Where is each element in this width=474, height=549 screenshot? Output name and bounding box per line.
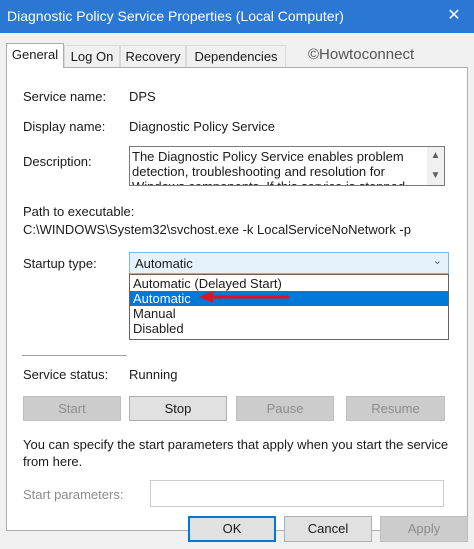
start-params-input[interactable] — [150, 480, 444, 507]
service-status-label: Service status: — [23, 367, 109, 382]
startup-option-manual[interactable]: Manual — [130, 306, 448, 321]
service-name-value: DPS — [129, 89, 156, 104]
display-name-value: Diagnostic Policy Service — [129, 119, 275, 134]
description-text: The Diagnostic Policy Service enables pr… — [132, 149, 405, 185]
display-name-label: Display name: — [23, 119, 106, 134]
description-label: Description: — [23, 154, 92, 169]
tab-dependencies[interactable]: Dependencies — [186, 45, 286, 67]
separator — [22, 355, 127, 356]
chevron-down-icon: ⌄ — [432, 255, 442, 267]
pause-button[interactable]: Pause — [236, 396, 334, 421]
startup-type-select[interactable]: Automatic ⌄ — [129, 252, 449, 274]
dialog-client: General Log On Recovery Dependencies ©Ho… — [0, 33, 474, 549]
resume-button[interactable]: Resume — [346, 396, 445, 421]
scroll-down-icon[interactable]: ▼ — [427, 167, 444, 185]
startup-type-value: Automatic — [135, 256, 193, 271]
tab-recovery[interactable]: Recovery — [120, 45, 186, 67]
tab-dependencies-label: Dependencies — [194, 49, 278, 64]
stop-button[interactable]: Stop — [129, 396, 227, 421]
service-name-label: Service name: — [23, 89, 107, 104]
title-bar: Diagnostic Policy Service Properties (Lo… — [0, 0, 474, 33]
start-params-info: You can specify the start parameters tha… — [23, 437, 449, 469]
startup-option-delayed[interactable]: Automatic (Delayed Start) — [130, 276, 448, 291]
description-scrollbar[interactable]: ▲ ▼ — [427, 147, 444, 185]
tab-general-label: General — [11, 47, 59, 62]
cancel-button[interactable]: Cancel — [284, 516, 372, 542]
tab-log-on[interactable]: Log On — [64, 45, 120, 67]
apply-button[interactable]: Apply — [380, 516, 468, 542]
start-params-label: Start parameters: — [23, 487, 124, 502]
close-icon[interactable]: ✕ — [441, 3, 467, 29]
description-box[interactable]: The Diagnostic Policy Service enables pr… — [129, 146, 445, 186]
startup-type-label: Startup type: — [23, 256, 97, 271]
annotation-arrow-icon — [199, 291, 289, 303]
service-status-value: Running — [129, 367, 178, 382]
path-value: C:\WINDOWS\System32\svchost.exe -k Local… — [23, 222, 411, 237]
tab-recovery-label: Recovery — [125, 49, 181, 64]
startup-option-disabled[interactable]: Disabled — [130, 321, 448, 336]
path-label: Path to executable: — [23, 204, 135, 219]
scroll-up-icon[interactable]: ▲ — [427, 147, 444, 165]
ok-button[interactable]: OK — [188, 516, 276, 542]
start-button[interactable]: Start — [23, 396, 121, 421]
general-tab-panel: Service name: DPS Display name: Diagnost… — [6, 67, 468, 531]
window-title: Diagnostic Policy Service Properties (Lo… — [7, 8, 344, 24]
watermark: ©Howtoconnect — [308, 46, 415, 63]
tab-general[interactable]: General — [6, 43, 64, 68]
tab-log-on-label: Log On — [70, 49, 114, 64]
startup-type-dropdown-list: Automatic (Delayed Start) Automatic Manu… — [129, 274, 449, 340]
